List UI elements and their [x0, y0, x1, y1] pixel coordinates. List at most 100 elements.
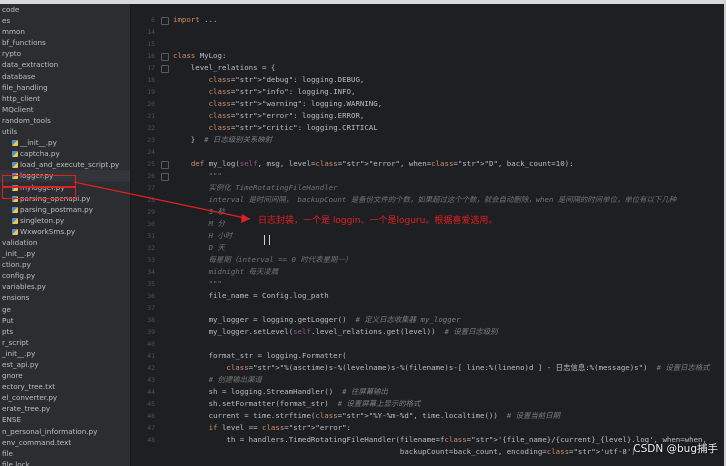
tree-item[interactable]: bf_functions	[0, 37, 130, 48]
tree-item[interactable]: _init__.py	[0, 348, 130, 359]
tree-item[interactable]: est_api.py	[0, 359, 130, 370]
fold-toggle-icon[interactable]	[161, 161, 169, 169]
tree-item[interactable]: erate_tree.py	[0, 403, 130, 414]
python-file-icon	[12, 206, 18, 213]
tree-item[interactable]: MQclient	[0, 104, 130, 115]
code-line[interactable]: } # 日志级别关系映射	[173, 134, 272, 146]
tree-item[interactable]: database	[0, 71, 130, 82]
tree-item[interactable]: code	[0, 4, 130, 15]
tree-item[interactable]: n_personal_information.py	[0, 426, 130, 437]
tree-item[interactable]: rypto	[0, 48, 130, 59]
tree-item[interactable]: load_and_execute_script.py	[0, 159, 130, 170]
tree-item-label: captcha.py	[20, 149, 60, 159]
tree-item[interactable]: file	[0, 448, 130, 459]
fold-toggle-icon[interactable]	[161, 173, 169, 181]
tree-item[interactable]: env_command.text	[0, 437, 130, 448]
code-line[interactable]: import ...	[173, 14, 218, 26]
code-line[interactable]: backupCount=back_count, encoding=class="…	[173, 446, 636, 458]
tree-item-label: database	[2, 71, 36, 81]
fold-toggle-icon[interactable]	[161, 53, 169, 61]
code-line[interactable]: """	[173, 278, 222, 290]
code-line[interactable]: level_relations = {	[173, 62, 276, 74]
line-number: 21	[147, 112, 155, 120]
code-line[interactable]: my_logger.setLevel(self.level_relations.…	[173, 326, 498, 338]
code-line[interactable]: S 秒	[173, 206, 225, 218]
tree-item[interactable]: mmon	[0, 26, 130, 37]
tree-item[interactable]: variables.py	[0, 281, 130, 292]
code-line[interactable]: def my_log(self, msg, level=class="str">…	[173, 158, 574, 170]
tree-item-label: n_personal_information.py	[2, 426, 98, 436]
code-line[interactable]: class="str">"debug": logging.DEBUG,	[173, 74, 365, 86]
tree-item[interactable]: captcha.py	[0, 148, 130, 159]
tree-item-label: env_command.text	[2, 437, 72, 447]
python-file-icon	[12, 151, 18, 158]
code-line[interactable]: M 分	[173, 218, 225, 230]
fold-toggle-icon[interactable]	[161, 65, 169, 73]
tree-item[interactable]: gnore	[0, 370, 130, 381]
code-line[interactable]: 实例化 TimeRotatingFileHandler	[173, 182, 338, 194]
code-line[interactable]: class="str">"error": logging.ERROR,	[173, 110, 365, 122]
tree-item-label: data_extraction	[2, 60, 59, 70]
tree-item-label: el_converter.py	[2, 393, 58, 403]
code-line[interactable]: """	[173, 170, 222, 182]
tree-item[interactable]: singleton.py	[0, 215, 130, 226]
tree-item[interactable]: parsing_postman.py	[0, 204, 130, 215]
line-number: 17	[147, 64, 155, 72]
code-line[interactable]: class="str">"warning": logging.WARNING,	[173, 98, 383, 110]
code-line[interactable]: th = handlers.TimedRotatingFileHandler(f…	[173, 434, 707, 446]
line-number: 19	[147, 88, 155, 96]
line-number: 37	[147, 304, 155, 312]
code-line[interactable]: class MyLog:	[173, 50, 226, 62]
code-line[interactable]: sh = logging.StreamHandler() # 往屏幕输出	[173, 386, 388, 398]
code-line[interactable]: my_logger = logging.getLogger() # 定义日志收集…	[173, 314, 461, 326]
code-editor[interactable]: 6 14 15 16 17 18 19 20 21 22 23 24 25 26 27 28 29 30 31 32 3…	[131, 4, 724, 466]
tree-item-label: utils	[2, 127, 18, 137]
code-line[interactable]: class="str">"critic": logging.CRITICAL	[173, 122, 378, 134]
tree-item[interactable]: ge	[0, 304, 130, 315]
code-line[interactable]: if level == class="str">"error":	[173, 422, 351, 434]
line-number: 25	[147, 160, 155, 168]
code-line[interactable]: interval 是时间间隔， backupCount 是备份文件的个数，如果超…	[173, 194, 677, 206]
python-file-icon	[12, 228, 18, 235]
tree-item[interactable]: el_converter.py	[0, 392, 130, 403]
tree-item[interactable]: ENSE	[0, 414, 130, 425]
line-number: 31	[147, 232, 155, 240]
csdn-watermark: CSDN @bug捕手	[633, 443, 718, 455]
tree-item[interactable]: file.lock	[0, 459, 130, 466]
tree-item[interactable]: utils	[0, 126, 130, 137]
tree-item[interactable]: validation	[0, 237, 130, 248]
tree-item[interactable]: WxworkSms.py	[0, 226, 130, 237]
code-line[interactable]: class="str">"%(asctime)s-%(levelname)s-%…	[173, 362, 709, 374]
tree-item-label: MQclient	[2, 104, 34, 114]
code-line[interactable]: sh.setFormatter(format_str) # 设置屏幕上显示的格式	[173, 398, 421, 410]
code-line[interactable]: format_str = logging.Formatter(	[173, 350, 347, 362]
fold-toggle-icon[interactable]	[161, 17, 169, 25]
line-number: 18	[147, 76, 155, 84]
tree-item-label: file.lock	[2, 459, 30, 466]
code-line[interactable]: D 天	[173, 242, 225, 254]
code-line[interactable]: midnight 每天凌晨	[173, 266, 279, 278]
line-number: 42	[147, 364, 155, 372]
tree-item[interactable]: ectory_tree.txt	[0, 381, 130, 392]
code-line[interactable]: # 创建输出渠道	[173, 374, 262, 386]
tree-item-label: est_api.py	[2, 360, 39, 369]
code-line[interactable]: H 小时	[173, 230, 233, 242]
tree-item[interactable]: ensions	[0, 292, 130, 303]
tree-item[interactable]: ction.py	[0, 259, 130, 270]
tree-item[interactable]: _init__.py	[0, 248, 130, 259]
tree-item[interactable]: file_handling	[0, 82, 130, 93]
tree-item[interactable]: pts	[0, 326, 130, 337]
code-line[interactable]: class="str">"info": logging.INFO,	[173, 86, 356, 98]
tree-item[interactable]: data_extraction	[0, 59, 130, 70]
code-line[interactable]: 每星期（interval == 0 时代表星期一）	[173, 254, 353, 266]
tree-item[interactable]: config.py	[0, 270, 130, 281]
tree-item[interactable]: http_client	[0, 93, 130, 104]
tree-item[interactable]: r_script	[0, 337, 130, 348]
tree-item[interactable]: random_tools	[0, 115, 130, 126]
code-line[interactable]: file_name = Config.log_path	[173, 290, 329, 302]
tree-item[interactable]: __init__.py	[0, 137, 130, 148]
project-tree[interactable]: code es mmon bf_functions rypto data_extracti…	[0, 4, 131, 466]
code-line[interactable]: current = time.strftime(class="str">"%Y-…	[173, 410, 560, 422]
tree-item[interactable]: Put	[0, 315, 130, 326]
tree-item[interactable]: es	[0, 15, 130, 26]
